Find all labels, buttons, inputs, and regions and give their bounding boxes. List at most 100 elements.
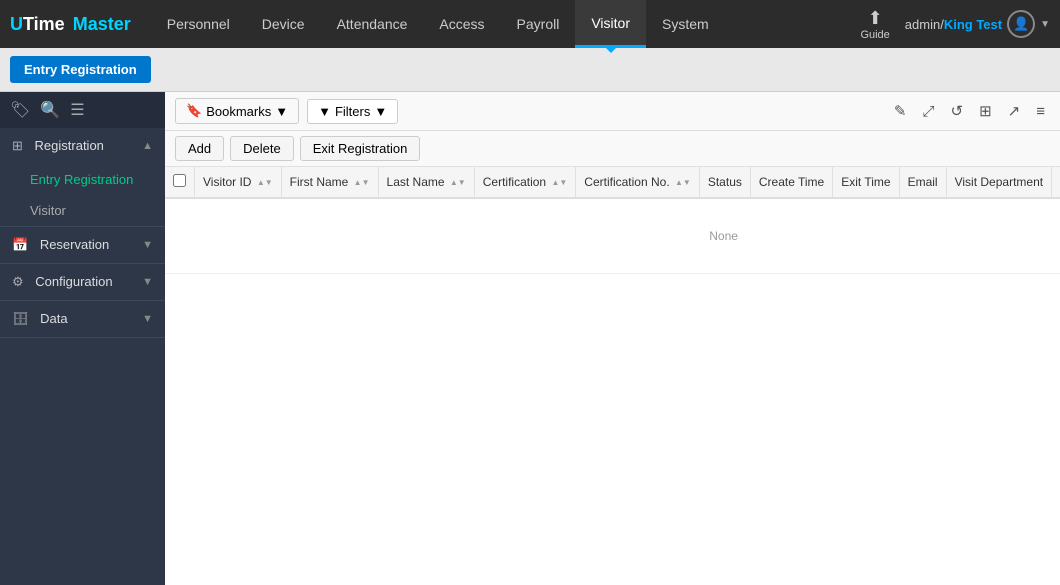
col-certification-label: Certification bbox=[483, 175, 546, 189]
guide-button[interactable]: ⬆ Guide bbox=[860, 8, 889, 41]
filter-icon: ▼ bbox=[318, 104, 331, 119]
col-visit-department: Visit Department bbox=[946, 167, 1051, 198]
nav-visitor[interactable]: Visitor bbox=[575, 0, 646, 48]
edit-icon-button[interactable]: ✎ bbox=[889, 100, 912, 122]
col-first-name[interactable]: First Name ▲▼ bbox=[281, 167, 378, 198]
col-visit-department-label: Visit Department bbox=[955, 175, 1043, 189]
first-name-sort[interactable]: ▲▼ bbox=[354, 179, 370, 187]
columns-icon-button[interactable]: ⊞ bbox=[974, 100, 997, 122]
app-logo[interactable]: UTime Master bbox=[10, 14, 131, 35]
bookmark-icon: 🔖 bbox=[186, 103, 202, 119]
search-icon[interactable]: 🔍 bbox=[40, 100, 60, 120]
export-icon-button[interactable]: ↗ bbox=[1003, 100, 1026, 122]
nav-access[interactable]: Access bbox=[423, 0, 500, 48]
logo-master: Master bbox=[73, 14, 131, 34]
database-icon: 🗄 bbox=[12, 311, 29, 326]
certification-sort[interactable]: ▲▼ bbox=[551, 179, 567, 187]
toolbar: 🔖 Bookmarks ▼ ▼ Filters ▼ ✎ ⤢ ↺ ⊞ ↗ ≡ bbox=[165, 92, 1060, 131]
bookmarks-button[interactable]: 🔖 Bookmarks ▼ bbox=[175, 98, 299, 124]
configuration-chevron: ▼ bbox=[142, 276, 153, 288]
nav-system[interactable]: System bbox=[646, 0, 725, 48]
tag-icon[interactable]: 🏷 bbox=[10, 100, 30, 120]
last-name-sort[interactable]: ▲▼ bbox=[450, 179, 466, 187]
table-header: Visitor ID ▲▼ First Name ▲▼ Last Name ▲▼ bbox=[165, 167, 1060, 198]
nav-payroll[interactable]: Payroll bbox=[501, 0, 576, 48]
sidebar-configuration-label: Configuration bbox=[35, 274, 112, 289]
col-first-name-label: First Name bbox=[290, 175, 349, 189]
col-exit-time: Exit Time bbox=[833, 167, 899, 198]
reservation-chevron: ▼ bbox=[142, 239, 153, 251]
delete-button[interactable]: Delete bbox=[230, 136, 294, 161]
user-name-text: admin/King Test bbox=[905, 17, 1002, 32]
avatar: 👤 bbox=[1007, 10, 1035, 38]
guide-icon: ⬆ bbox=[868, 8, 883, 29]
guide-label: Guide bbox=[860, 29, 889, 41]
select-all-column[interactable] bbox=[165, 167, 195, 198]
col-exit-time-label: Exit Time bbox=[841, 175, 890, 189]
sidebar-section-registration: ⊞ Registration ▲ Entry Registration Visi… bbox=[0, 128, 165, 227]
nav-right: ⬆ Guide admin/King Test 👤 ▼ bbox=[860, 8, 1050, 41]
add-button[interactable]: Add bbox=[175, 136, 224, 161]
table-body: None bbox=[165, 198, 1060, 274]
col-last-name[interactable]: Last Name ▲▼ bbox=[378, 167, 474, 198]
filters-chevron: ▼ bbox=[374, 104, 387, 119]
visitor-id-sort[interactable]: ▲▼ bbox=[257, 179, 273, 187]
filters-label: Filters bbox=[335, 104, 370, 119]
logo-u: U bbox=[10, 14, 23, 34]
expand-icon-button[interactable]: ⤢ bbox=[917, 101, 939, 122]
col-certification-no-label: Certification No. bbox=[584, 175, 669, 189]
list-icon[interactable]: ☰ bbox=[70, 100, 84, 120]
col-last-name-label: Last Name bbox=[387, 175, 445, 189]
select-all-checkbox[interactable] bbox=[173, 174, 186, 187]
sidebar-registration-header[interactable]: ⊞ Registration ▲ bbox=[0, 128, 165, 164]
logo-time: Time bbox=[23, 14, 65, 34]
sidebar-item-visitor[interactable]: Visitor bbox=[0, 195, 165, 226]
filters-button[interactable]: ▼ Filters ▼ bbox=[307, 99, 398, 124]
nav-personnel[interactable]: Personnel bbox=[151, 0, 246, 48]
refresh-icon-button[interactable]: ↺ bbox=[946, 100, 969, 122]
col-create-time-label: Create Time bbox=[759, 175, 824, 189]
user-menu[interactable]: admin/King Test 👤 ▼ bbox=[905, 10, 1050, 38]
sidebar-data-header[interactable]: 🗄 Data ▼ bbox=[0, 301, 165, 337]
sidebar-reservation-label: Reservation bbox=[40, 237, 109, 252]
sidebar-data-label: Data bbox=[40, 311, 67, 326]
sidebar-configuration-header[interactable]: ⚙ Configuration ▼ bbox=[0, 264, 165, 300]
sidebar-section-reservation: 📅 Reservation ▼ bbox=[0, 227, 165, 264]
sidebar-section-data: 🗄 Data ▼ bbox=[0, 301, 165, 338]
bookmarks-chevron: ▼ bbox=[275, 104, 288, 119]
certification-no-sort[interactable]: ▲▼ bbox=[675, 179, 691, 187]
more-settings-icon-button[interactable]: ≡ bbox=[1031, 101, 1050, 122]
content-area: 🔖 Bookmarks ▼ ▼ Filters ▼ ✎ ⤢ ↺ ⊞ ↗ ≡ Ad… bbox=[165, 92, 1060, 585]
main-layout: 🏷 🔍 ☰ ⊞ Registration ▲ Entry Registratio… bbox=[0, 92, 1060, 585]
col-email-label: Email bbox=[908, 175, 938, 189]
col-visitor-id[interactable]: Visitor ID ▲▼ bbox=[195, 167, 282, 198]
col-email: Email bbox=[899, 167, 946, 198]
calendar-icon: 📅 bbox=[12, 237, 28, 252]
col-certification-no[interactable]: Certification No. ▲▼ bbox=[576, 167, 700, 198]
bookmarks-label: Bookmarks bbox=[206, 104, 271, 119]
nav-attendance[interactable]: Attendance bbox=[321, 0, 424, 48]
sub-navigation: Entry Registration bbox=[0, 48, 1060, 92]
grid-icon: ⊞ bbox=[12, 138, 23, 153]
entry-registration-tab[interactable]: Entry Registration bbox=[10, 56, 151, 83]
settings-icon: ⚙ bbox=[12, 274, 24, 289]
data-chevron: ▼ bbox=[142, 313, 153, 325]
registration-chevron: ▲ bbox=[142, 140, 153, 152]
dropdown-chevron: ▼ bbox=[1040, 19, 1050, 30]
sidebar-reservation-header[interactable]: 📅 Reservation ▼ bbox=[0, 227, 165, 263]
data-table: Visitor ID ▲▼ First Name ▲▼ Last Name ▲▼ bbox=[165, 167, 1060, 274]
empty-label: None bbox=[165, 198, 1060, 274]
nav-items: Personnel Device Attendance Access Payro… bbox=[151, 0, 861, 48]
col-status-label: Status bbox=[708, 175, 742, 189]
nav-device[interactable]: Device bbox=[246, 0, 321, 48]
col-create-time: Create Time bbox=[750, 167, 832, 198]
exit-registration-button[interactable]: Exit Registration bbox=[300, 136, 421, 161]
col-certification[interactable]: Certification ▲▼ bbox=[474, 167, 576, 198]
sidebar-section-configuration: ⚙ Configuration ▼ bbox=[0, 264, 165, 301]
empty-row: None bbox=[165, 198, 1060, 274]
sidebar-item-entry-registration[interactable]: Entry Registration bbox=[0, 164, 165, 195]
top-navigation: UTime Master Personnel Device Attendance… bbox=[0, 0, 1060, 48]
col-host-visited: Host/Visited bbox=[1052, 167, 1060, 198]
action-bar: Add Delete Exit Registration bbox=[165, 131, 1060, 167]
col-status: Status bbox=[699, 167, 750, 198]
